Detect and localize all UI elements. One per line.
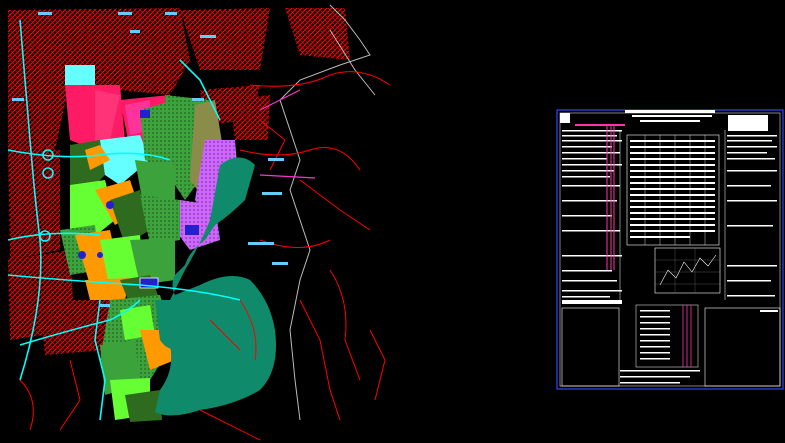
sheet-left-text [562,130,622,298]
sheet-chart-box [654,247,721,294]
sheet-data-table [626,134,720,246]
cad-viewport[interactable] [0,0,785,443]
sheet-bottom-panels [561,300,781,387]
site-plan-drawing [7,4,391,441]
data-table-sheet [556,109,784,390]
sheet-right-text [727,135,777,297]
boundary-lines [279,4,376,421]
drawing-canvas[interactable] [0,0,785,443]
